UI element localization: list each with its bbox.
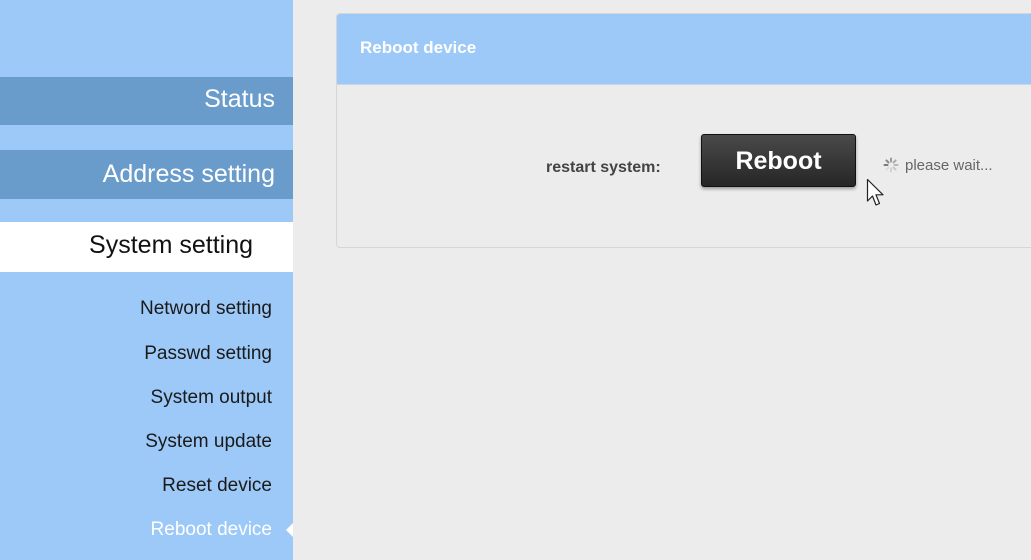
subnav-reboot-device[interactable]: Reboot device	[0, 515, 293, 545]
reboot-button[interactable]: Reboot	[701, 134, 856, 187]
loading-spinner-icon	[883, 157, 899, 173]
subnav-system-output[interactable]: System output	[0, 383, 293, 413]
nav-address-setting[interactable]: Address setting	[0, 150, 293, 199]
restart-system-label: restart system:	[546, 159, 661, 176]
mouse-pointer-icon	[866, 178, 884, 206]
sidebar: Status Address setting System setting Ne…	[0, 0, 293, 560]
panel-header: Reboot device	[337, 14, 1031, 85]
please-wait-status: please wait...	[905, 157, 993, 174]
subnav-passwd-setting[interactable]: Passwd setting	[0, 339, 293, 369]
nav-system-setting[interactable]: System setting	[0, 222, 293, 272]
nav-status[interactable]: Status	[0, 77, 293, 125]
reboot-panel: Reboot device restart system:	[336, 13, 1031, 248]
panel-title: Reboot device	[360, 38, 477, 57]
subnav-reset-device[interactable]: Reset device	[0, 471, 293, 501]
subnav-system-update[interactable]: System update	[0, 427, 293, 457]
triangle-left-icon	[286, 523, 293, 537]
subnav-netword-setting[interactable]: Netword setting	[0, 294, 293, 324]
